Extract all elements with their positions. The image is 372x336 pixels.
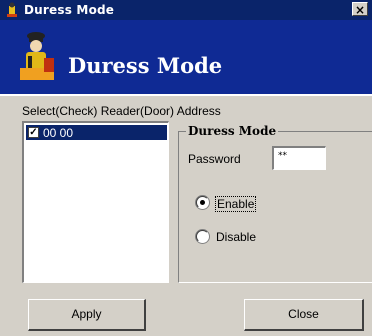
duress-group-title: Duress Mode: [186, 124, 279, 138]
enable-option[interactable]: Enable: [214, 196, 257, 212]
banner-title: Duress Mode: [68, 53, 223, 78]
list-item[interactable]: ✓ 00 00: [26, 125, 167, 140]
password-field[interactable]: **: [272, 146, 326, 170]
disable-radio[interactable]: [196, 230, 209, 243]
reader-checkbox[interactable]: ✓: [28, 127, 39, 138]
radio-selected-dot: [200, 200, 205, 205]
enable-radio[interactable]: [196, 196, 209, 209]
password-label: Password: [188, 152, 241, 166]
reader-address: 00 00: [43, 126, 74, 140]
door-guard-icon: [7, 2, 17, 17]
close-button[interactable]: Close: [244, 299, 364, 331]
close-window-button[interactable]: ×: [352, 2, 368, 17]
apply-button[interactable]: Apply: [28, 299, 146, 331]
enable-label: Enable: [214, 196, 257, 212]
reader-list-label: Select(Check) Reader(Door) Address: [22, 104, 221, 118]
disable-label[interactable]: Disable: [216, 230, 256, 244]
door-guard-icon: [20, 32, 54, 80]
reader-list[interactable]: ✓ 00 00: [22, 121, 169, 283]
title-bar[interactable]: Duress Mode ×: [0, 0, 372, 20]
window-title: Duress Mode: [24, 3, 115, 17]
header-banner: Duress Mode: [0, 20, 372, 96]
